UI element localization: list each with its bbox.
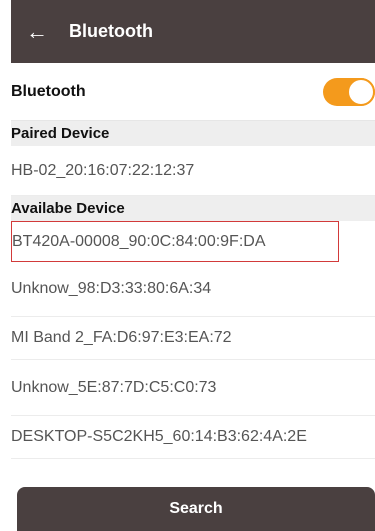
back-arrow-icon[interactable]: ← <box>15 0 59 63</box>
toggle-knob <box>347 77 375 106</box>
available-device-header: Availabe Device <box>11 196 375 221</box>
page-title: Bluetooth <box>69 21 153 41</box>
bluetooth-toggle[interactable] <box>323 77 375 106</box>
available-device-item[interactable]: Unknow_98:D3:33:80:6A:34 <box>11 262 375 317</box>
bluetooth-toggle-row: Bluetooth <box>11 63 375 121</box>
bluetooth-toggle-label: Bluetooth <box>11 82 86 100</box>
bluetooth-settings: Bluetooth Paired Device HB-02_20:16:07:2… <box>11 63 375 459</box>
paired-device-item[interactable]: HB-02_20:16:07:22:12:37 <box>11 146 375 196</box>
search-button[interactable]: Search <box>17 487 375 531</box>
available-device-item[interactable]: MI Band 2_FA:D6:97:E3:EA:72 <box>11 317 375 360</box>
available-device-item-selected[interactable]: BT420A-00008_90:0C:84:00:9F:DA <box>11 221 339 262</box>
paired-device-header: Paired Device <box>11 121 375 146</box>
available-device-item[interactable]: Unknow_5E:87:7D:C5:C0:73 <box>11 360 375 416</box>
available-device-item[interactable]: DESKTOP-S5C2KH5_60:14:B3:62:4A:2E <box>11 416 375 459</box>
app-bar: ← Bluetooth <box>11 0 375 63</box>
